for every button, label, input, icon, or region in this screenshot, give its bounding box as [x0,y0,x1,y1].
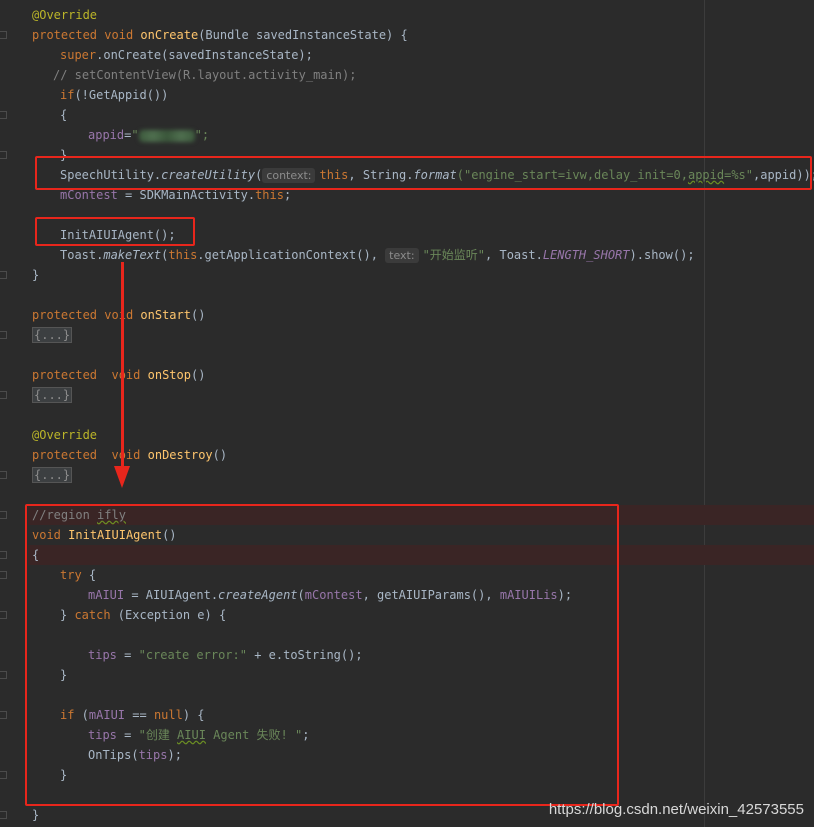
fold-marker[interactable] [0,771,7,779]
editor-gutter [0,0,28,827]
code-line: appid=" "; [88,125,209,145]
keyword: void [111,448,141,462]
code-text: () [212,448,228,462]
parameter-hint: text: [385,248,419,263]
brace: } [32,268,40,282]
code-text: .onCreate(savedInstanceState); [96,48,313,62]
folded-region[interactable]: {...} [32,327,73,343]
fold-marker[interactable] [0,611,7,619]
code-line: {...} [32,385,73,405]
highlight-box-init-call [35,217,195,246]
method-name: onStart [140,308,191,322]
code-line: {...} [32,325,73,345]
keyword: protected [32,368,98,382]
field: appid [88,128,125,142]
keyword: void [111,368,141,382]
code-text: ).show(); [629,248,695,262]
highlight-box-create-utility [35,156,812,190]
code-text: (Bundle savedInstanceState) { [198,28,408,42]
code-line: // setContentView(R.layout.activity_main… [53,65,356,85]
string: "开始监听" [422,248,486,262]
code-text: Toast. [60,248,104,262]
code-line: { [60,105,67,125]
brace: { [60,108,68,122]
fold-marker[interactable] [0,571,7,579]
highlight-box-init-method [25,504,619,806]
field: mContest [60,188,118,202]
keyword: this [255,188,284,202]
annotation: @Override [32,428,98,442]
code-text: ; [283,188,292,202]
right-margin-guide [704,0,705,827]
keyword: super [60,48,97,62]
fold-marker[interactable] [0,151,7,159]
keyword: protected [32,308,98,322]
code-line: protected void onDestroy() [32,445,227,465]
method-name: onStop [147,368,191,382]
code-line: Toast.makeText(this.getApplicationContex… [60,245,695,265]
fold-marker[interactable] [0,111,7,119]
arrow-down-icon [114,466,130,488]
arrow-line [121,262,124,468]
keyword: if [60,88,75,102]
comment: // setContentView(R.layout.activity_main… [53,68,357,82]
fold-marker[interactable] [0,551,7,559]
fold-marker[interactable] [0,711,7,719]
string: " [131,128,139,142]
code-text: () [190,308,206,322]
constant: LENGTH_SHORT [542,248,630,262]
fold-marker[interactable] [0,671,7,679]
code-line: super.onCreate(savedInstanceState); [60,45,313,65]
brace: } [32,808,40,822]
fold-marker[interactable] [0,471,7,479]
code-text: , Toast. [485,248,543,262]
string: "; [194,128,210,142]
fold-marker[interactable] [0,811,7,819]
fold-marker[interactable] [0,391,7,399]
code-text: .getApplicationContext(), [197,248,386,262]
folded-region[interactable]: {...} [32,467,73,483]
redacted-value [138,129,195,142]
keyword: this [168,248,198,262]
code-line: @Override [32,5,97,25]
method-call: makeText [103,248,162,262]
code-line: {...} [32,465,73,485]
folded-region[interactable]: {...} [32,387,73,403]
code-line: if(!GetAppid()) [60,85,168,105]
code-line: } [32,265,39,285]
keyword: void [104,308,134,322]
fold-marker[interactable] [0,331,7,339]
code-line: @Override [32,425,97,445]
code-line: protected void onStop() [32,365,205,385]
method-name: onDestroy [147,448,213,462]
code-line: protected void onCreate(Bundle savedInst… [32,25,408,45]
method-name: onCreate [140,28,199,42]
code-line: protected void onStart() [32,305,205,325]
code-text: () [190,368,206,382]
keyword: protected [32,448,98,462]
code-text: = SDKMainActivity. [117,188,256,202]
fold-marker[interactable] [0,511,7,519]
annotation: @Override [32,8,98,22]
watermark: https://blog.csdn.net/weixin_42573555 [548,801,804,818]
keyword: void [104,28,134,42]
code-line: } [32,805,39,825]
fold-marker[interactable] [0,31,7,39]
keyword: protected [32,28,98,42]
fold-marker[interactable] [0,271,7,279]
code-text: (!GetAppid()) [74,88,169,102]
